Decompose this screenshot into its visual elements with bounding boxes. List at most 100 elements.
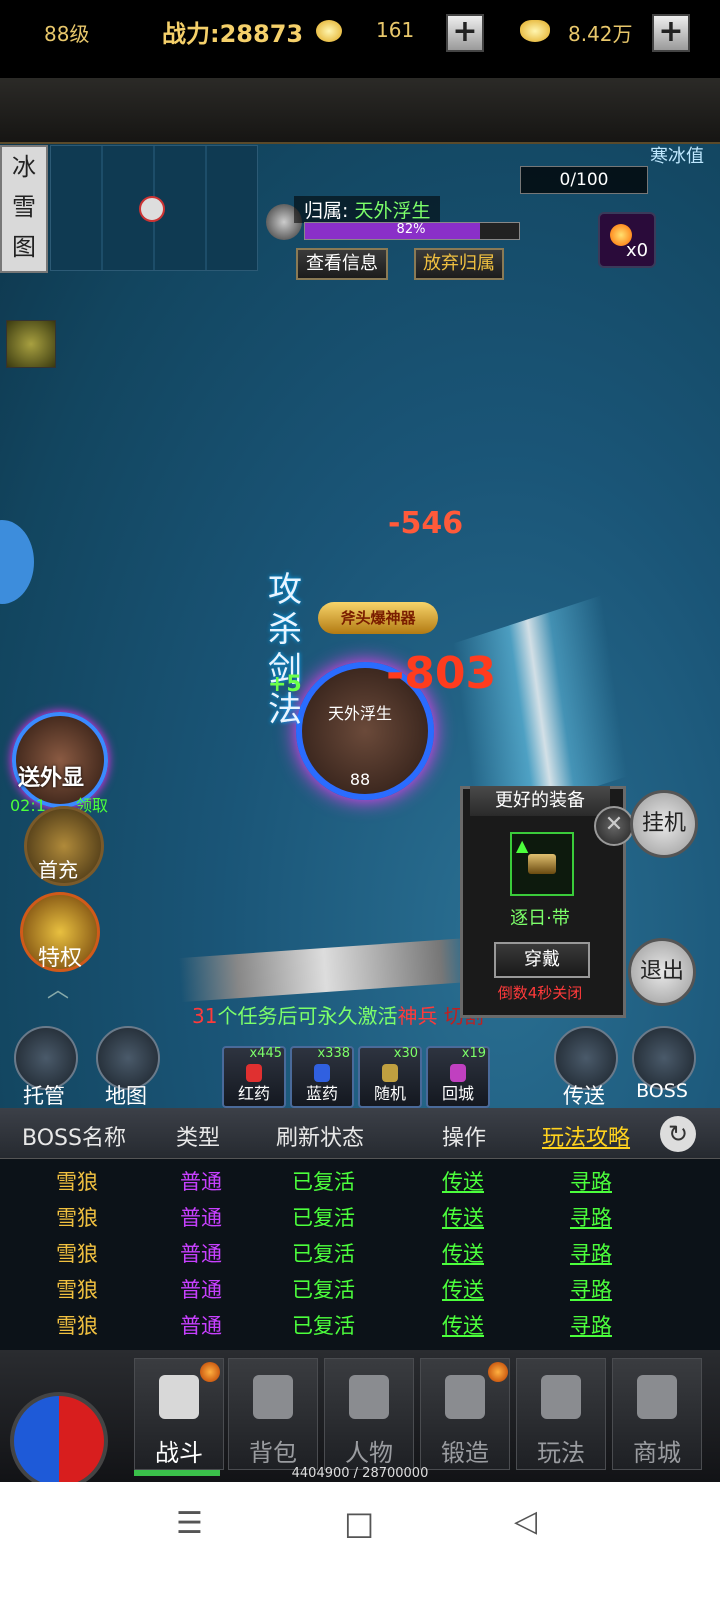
quest-count: 31 — [192, 1004, 218, 1028]
map-name-tag[interactable]: 冰雪图 — [0, 145, 48, 273]
menu-icon[interactable]: ☰ — [176, 1506, 203, 1541]
minimap[interactable] — [50, 145, 258, 271]
player-level-badge: 88 — [349, 770, 371, 789]
potion-count: x19 — [461, 1046, 486, 1061]
player-level: 88级 — [44, 22, 90, 46]
gold-coin-icon — [316, 20, 342, 42]
pathfind-link[interactable]: 寻路 — [570, 1310, 612, 1340]
boss-name: 雪狼 — [56, 1242, 98, 1266]
boss-type: 普通 — [180, 1278, 222, 1302]
home-icon[interactable]: □ — [344, 1504, 374, 1542]
boss-type: 普通 — [180, 1170, 222, 1194]
potion-name: 回城 — [441, 1084, 474, 1103]
wear-button[interactable]: 穿戴 — [494, 942, 590, 978]
pathfind-link[interactable]: 寻路 — [570, 1238, 612, 1268]
boss-type: 普通 — [180, 1206, 222, 1230]
refresh-icon[interactable]: ↻ — [660, 1116, 696, 1152]
tab-shop[interactable]: 商城 — [612, 1358, 702, 1470]
tab-character[interactable]: 人物 — [324, 1358, 414, 1470]
player-name: 天外浮生 — [327, 704, 392, 723]
teleport-link[interactable]: 传送 — [442, 1310, 484, 1340]
quest-text: 个任务后可永久激活 — [217, 1004, 398, 1028]
table-row: 雪狼 普通 已复活 传送 寻路 — [0, 1238, 720, 1274]
boss-hp-percent: 82% — [396, 222, 426, 237]
tab-label: 商城 — [633, 1439, 681, 1467]
helmet-icon — [349, 1375, 389, 1419]
teleport-link[interactable]: 传送 — [442, 1238, 484, 1268]
yuanbao-amount: 8.42万 — [568, 22, 633, 46]
guide-link[interactable]: 玩法攻略 — [542, 1120, 630, 1152]
tab-label: 人物 — [345, 1439, 393, 1467]
boss-status: 已复活 — [292, 1242, 355, 1266]
boss-type: 普通 — [180, 1242, 222, 1266]
potion-slot[interactable]: x19 回城 — [426, 1046, 490, 1108]
notification-dot — [200, 1362, 220, 1382]
pathfind-link[interactable]: 寻路 — [570, 1202, 612, 1232]
boss-status: 已复活 — [292, 1314, 355, 1338]
header-type: 类型 — [176, 1126, 221, 1151]
fire-item-box[interactable]: x0 — [598, 212, 656, 268]
boss-name: 雪狼 — [56, 1170, 98, 1194]
first-charge-label: 首充 — [38, 858, 78, 882]
player-marker-icon — [139, 196, 165, 222]
boss-label: BOSS — [636, 1080, 688, 1102]
auto-battle-button[interactable]: 挂机 — [630, 790, 698, 858]
notification-dot — [488, 1362, 508, 1382]
pathfind-link[interactable]: 寻路 — [570, 1274, 612, 1304]
teleport-link[interactable]: 传送 — [442, 1166, 484, 1196]
table-row: 雪狼 普通 已复活 传送 寻路 — [0, 1166, 720, 1202]
ownership-prefix: 归属: — [304, 200, 349, 222]
equipment-slot[interactable]: ▲ — [510, 832, 574, 896]
potion-name: 随机 — [373, 1084, 406, 1103]
table-row: 雪狼 普通 已复活 传送 寻路 — [0, 1310, 720, 1346]
potion-slot[interactable]: x445 红药 — [222, 1046, 286, 1108]
tab-gameplay[interactable]: 玩法 — [516, 1358, 606, 1470]
yin-yang-icon[interactable] — [10, 1392, 108, 1490]
tab-label: 锻造 — [441, 1439, 489, 1467]
back-icon[interactable]: ◁ — [514, 1504, 537, 1539]
teleport-label: 传送 — [563, 1084, 605, 1108]
top-status-bar — [0, 78, 720, 144]
potion-count: x338 — [317, 1046, 350, 1061]
popup-title: 更好的装备 — [470, 786, 610, 816]
potion-slot[interactable]: x338 蓝药 — [290, 1046, 354, 1108]
tab-label: 背包 — [249, 1439, 297, 1467]
arrow-up-icon: ▲ — [516, 836, 529, 855]
close-countdown: 倒数4秒关闭 — [497, 984, 583, 1002]
table-row: 雪狼 普通 已复活 传送 寻路 — [0, 1202, 720, 1238]
boss-status: 已复活 — [292, 1206, 355, 1230]
collapse-up-icon[interactable]: ︿ — [40, 972, 76, 1003]
view-info-button[interactable]: 查看信息 — [296, 248, 388, 280]
buff-icon[interactable] — [6, 320, 56, 368]
damage-number-large: -803 — [386, 648, 497, 699]
teleport-link[interactable]: 传送 — [442, 1274, 484, 1304]
add-gold-button[interactable]: + — [446, 14, 484, 52]
potion-slot[interactable]: x30 随机 — [358, 1046, 422, 1108]
boss-name: 雪狼 — [56, 1278, 98, 1302]
potion-name: 红药 — [237, 1084, 270, 1103]
privilege-label: 特权 — [38, 946, 83, 971]
close-icon[interactable]: ✕ — [594, 806, 634, 846]
tab-bag[interactable]: 背包 — [228, 1358, 318, 1470]
winged-sword-icon — [541, 1375, 581, 1419]
exit-button[interactable]: 退出 — [628, 938, 696, 1006]
experience-text: 4404900 / 28700000 — [291, 1466, 429, 1481]
teleport-link[interactable]: 传送 — [442, 1202, 484, 1232]
heal-number: +5 — [268, 672, 302, 697]
add-yuanbao-button[interactable]: + — [652, 14, 690, 52]
boss-name: 雪狼 — [56, 1314, 98, 1338]
owner-name: 天外浮生 — [354, 200, 431, 222]
tab-label: 战斗 — [155, 1439, 203, 1467]
pathfind-link[interactable]: 寻路 — [570, 1166, 612, 1196]
header-action: 操作 — [442, 1126, 487, 1151]
boss-name: 雪狼 — [56, 1206, 98, 1230]
gift-label: 送外显 — [18, 766, 85, 791]
abandon-ownership-button[interactable]: 放弃归属 — [414, 248, 504, 280]
potion-count: x30 — [393, 1046, 418, 1061]
auto-manage-label: 托管 — [23, 1084, 65, 1108]
damage-number: -546 — [388, 506, 464, 541]
skill-name: 攻杀剑法 — [268, 570, 302, 730]
frost-value-logo: 寒冰值 — [650, 146, 704, 167]
boss-status: 已复活 — [292, 1278, 355, 1302]
anvil-icon — [445, 1375, 485, 1419]
